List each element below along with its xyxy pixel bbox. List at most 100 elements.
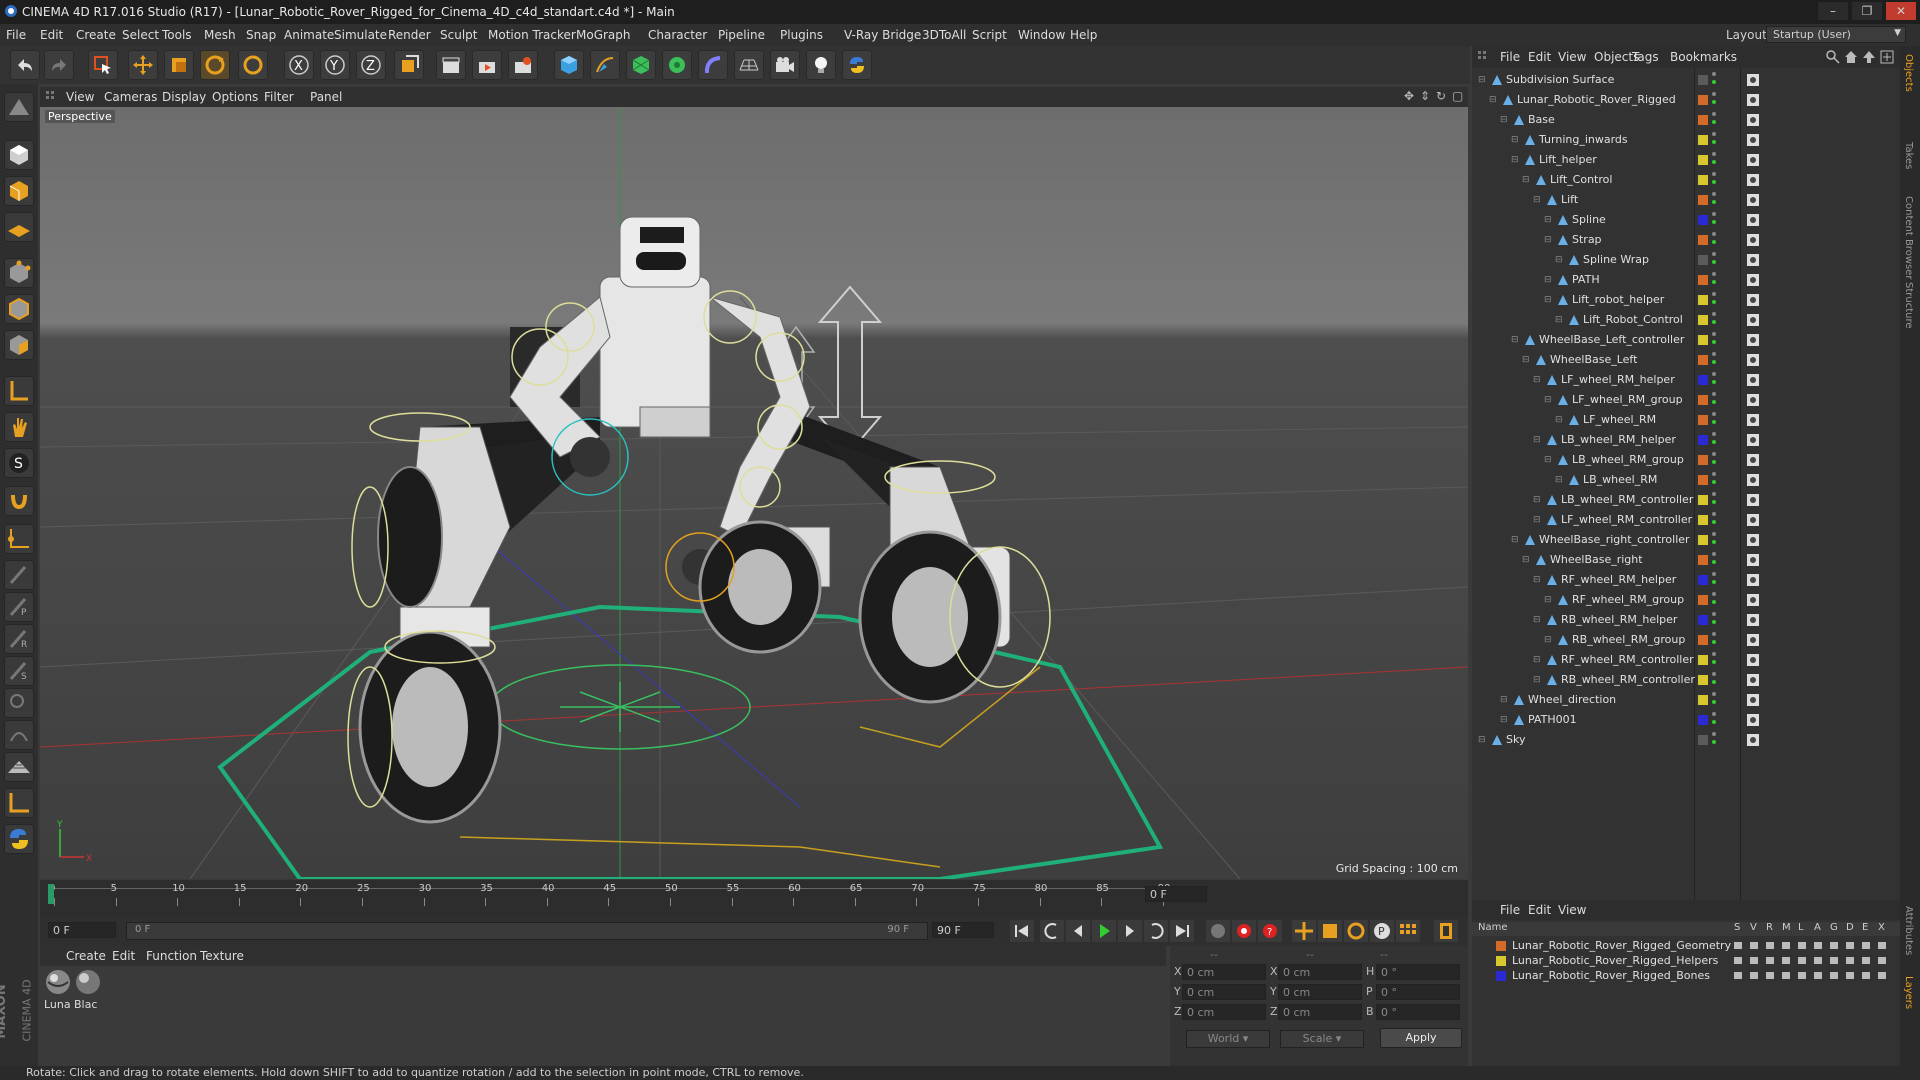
menu-motion-tracker[interactable]: Motion Tracker — [488, 28, 576, 42]
coord-value-field[interactable]: 0 cm — [1182, 1004, 1266, 1020]
layer-toggle-icon[interactable] — [1750, 972, 1758, 979]
editor-visibility-dot[interactable] — [1712, 512, 1716, 516]
layer-color-swatch[interactable] — [1698, 135, 1708, 145]
object-row[interactable]: ⊟ Spline Wrap — [1472, 250, 1900, 270]
layer-color-swatch[interactable] — [1698, 295, 1708, 305]
layer-color-swatch[interactable] — [1698, 495, 1708, 505]
key-position-button[interactable] — [1292, 920, 1316, 942]
tag-icon[interactable] — [1746, 693, 1760, 707]
editor-visibility-dot[interactable] — [1712, 212, 1716, 216]
layer-color-swatch[interactable] — [1698, 395, 1708, 405]
layer-color-swatch[interactable] — [1698, 635, 1708, 645]
key-scale-button[interactable] — [1318, 920, 1342, 942]
layer-color-swatch[interactable] — [1698, 355, 1708, 365]
motion-record-button[interactable] — [1206, 920, 1230, 942]
tree-expand-icon[interactable]: ⊟ — [1511, 130, 1519, 150]
tree-expand-icon[interactable]: ⊟ — [1500, 710, 1508, 730]
layer-color-swatch[interactable] — [1698, 575, 1708, 585]
layer-toggle-icon[interactable] — [1846, 972, 1854, 979]
editor-visibility-dot[interactable] — [1712, 592, 1716, 596]
tag-icon[interactable] — [1746, 553, 1760, 567]
layer-toggle-icon[interactable] — [1798, 972, 1806, 979]
frame-range-slider[interactable]: 0 F 90 F — [126, 922, 928, 940]
key-pla-button[interactable] — [1396, 920, 1420, 942]
camera-button[interactable] — [770, 50, 800, 80]
editor-visibility-dot[interactable] — [1712, 192, 1716, 196]
object-row[interactable]: ⊟ Lift — [1472, 190, 1900, 210]
timeline-ruler[interactable]: 051015202530354045505560657075808590 0 F — [40, 880, 1468, 916]
render-visibility-dot[interactable] — [1712, 160, 1716, 164]
render-visibility-dot[interactable] — [1712, 80, 1716, 84]
tag-icon[interactable] — [1746, 353, 1760, 367]
layer-toggle-icon[interactable] — [1830, 957, 1838, 964]
tree-expand-icon[interactable]: ⊟ — [1544, 590, 1552, 610]
render-visibility-dot[interactable] — [1712, 340, 1716, 344]
coord-mode-dropdown[interactable]: Scale ▾ — [1280, 1030, 1364, 1048]
tag-icon[interactable] — [1746, 113, 1760, 127]
floor-button[interactable] — [734, 50, 764, 80]
material-item-luna[interactable]: Luna — [44, 968, 74, 1014]
cube-button[interactable] — [554, 50, 584, 80]
joint-tool-button[interactable] — [4, 524, 34, 554]
undo-button[interactable] — [10, 50, 40, 80]
viewport-menu-display[interactable]: Display — [162, 90, 206, 104]
editor-visibility-dot[interactable] — [1712, 452, 1716, 456]
material-menu-edit[interactable]: Edit — [112, 949, 135, 963]
tree-expand-icon[interactable]: ⊟ — [1533, 190, 1541, 210]
python-console-button[interactable] — [4, 824, 34, 854]
render-visibility-dot[interactable] — [1712, 220, 1716, 224]
render-visibility-dot[interactable] — [1712, 580, 1716, 584]
key-rotation-button[interactable] — [1344, 920, 1368, 942]
layer-toggle-icon[interactable] — [1814, 957, 1822, 964]
object-row[interactable]: ⊟ Turning_inwards — [1472, 130, 1900, 150]
tree-expand-icon[interactable]: ⊟ — [1478, 730, 1486, 750]
tree-expand-icon[interactable]: ⊟ — [1544, 630, 1552, 650]
tag-icon[interactable] — [1746, 373, 1760, 387]
tag-icon[interactable] — [1746, 273, 1760, 287]
coord-value-field[interactable]: 0 ° — [1376, 984, 1460, 1000]
workplane-button[interactable] — [4, 212, 34, 242]
tree-expand-icon[interactable]: ⊟ — [1533, 510, 1541, 530]
tag-icon[interactable] — [1746, 173, 1760, 187]
coord-value-field[interactable]: 0 ° — [1376, 1004, 1460, 1020]
render-visibility-dot[interactable] — [1712, 660, 1716, 664]
layer-color-swatch[interactable] — [1698, 195, 1708, 205]
object-menu-edit[interactable]: Edit — [1528, 50, 1551, 64]
layer-toggle-icon[interactable] — [1846, 957, 1854, 964]
object-row[interactable]: ⊟ RB_wheel_RM_helper — [1472, 610, 1900, 630]
layer-color-swatch[interactable] — [1698, 115, 1708, 125]
object-row[interactable]: ⊟ Base — [1472, 110, 1900, 130]
editor-visibility-dot[interactable] — [1712, 492, 1716, 496]
magnet-button[interactable] — [4, 486, 34, 516]
tree-expand-icon[interactable]: ⊟ — [1478, 70, 1486, 90]
layer-toggle-icon[interactable] — [1782, 957, 1790, 964]
layer-menu-view[interactable]: View — [1558, 903, 1586, 917]
tag-icon[interactable] — [1746, 213, 1760, 227]
tag-icon[interactable] — [1746, 393, 1760, 407]
tag-icon[interactable] — [1746, 533, 1760, 547]
layer-color-swatch[interactable] — [1698, 415, 1708, 425]
material-menu-create[interactable]: Create — [66, 949, 106, 963]
viewport-menu-cameras[interactable]: Cameras — [104, 90, 157, 104]
autokey-button[interactable]: ? — [1258, 920, 1282, 942]
tree-expand-icon[interactable]: ⊟ — [1544, 270, 1552, 290]
render-visibility-dot[interactable] — [1712, 600, 1716, 604]
z-axis-button[interactable]: Z — [356, 50, 386, 80]
previous-key-button[interactable] — [1040, 920, 1064, 942]
render-visibility-dot[interactable] — [1712, 480, 1716, 484]
render-visibility-dot[interactable] — [1712, 200, 1716, 204]
render-view-button[interactable] — [436, 50, 466, 80]
coord-value-field[interactable]: 0 cm — [1182, 964, 1266, 980]
close-button[interactable]: ✕ — [1886, 2, 1916, 20]
render-visibility-dot[interactable] — [1712, 240, 1716, 244]
editor-visibility-dot[interactable] — [1712, 572, 1716, 576]
coord-value-field[interactable]: 0 cm — [1278, 984, 1362, 1000]
tag-icon[interactable] — [1746, 313, 1760, 327]
editor-visibility-dot[interactable] — [1712, 152, 1716, 156]
layer-color-swatch[interactable] — [1698, 175, 1708, 185]
menu-create[interactable]: Create — [76, 28, 116, 42]
menu-plugins[interactable]: Plugins — [780, 28, 823, 42]
tag-icon[interactable] — [1746, 493, 1760, 507]
layer-toggle-icon[interactable] — [1734, 957, 1742, 964]
layer-color-swatch[interactable] — [1698, 215, 1708, 225]
